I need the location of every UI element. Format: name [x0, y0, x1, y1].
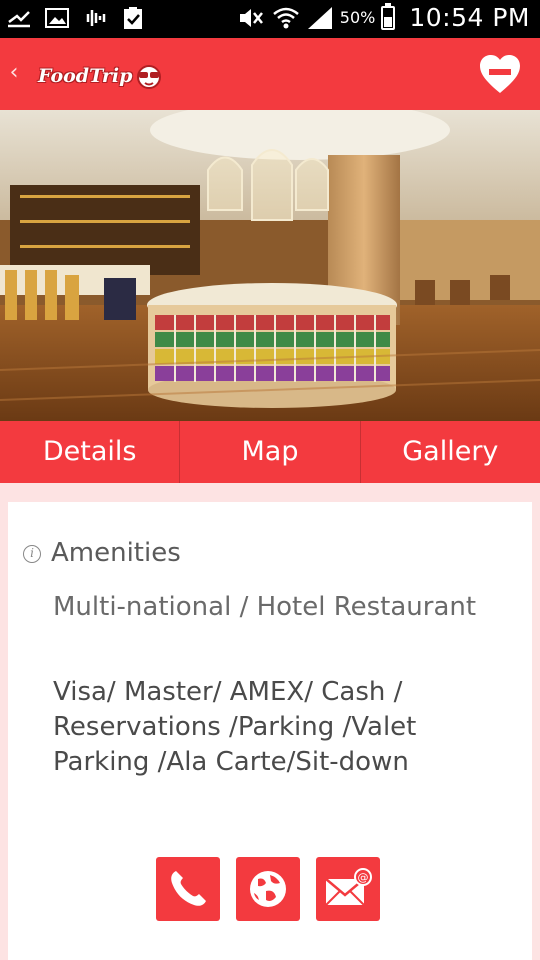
tab-label: Map: [241, 436, 299, 467]
status-bar: 50% 10:54 PM: [0, 0, 540, 38]
svg-text:@: @: [358, 871, 369, 884]
restaurant-photo: [0, 110, 540, 421]
section-title: Amenities: [51, 538, 181, 568]
voice-recorder-icon: [86, 10, 106, 26]
email-button[interactable]: @: [316, 857, 380, 921]
app-bar: ‹ FoodTrip: [0, 38, 540, 110]
email-icon: @: [325, 868, 372, 906]
battery-icon: [381, 2, 396, 30]
battery-percent: 50%: [339, 8, 376, 27]
logo-text: FoodTrip: [38, 65, 133, 87]
clock: 10:54 PM: [409, 3, 530, 32]
app-logo: FoodTrip: [38, 62, 164, 90]
signal-icon: [307, 6, 332, 29]
tab-map[interactable]: Map: [179, 421, 359, 483]
gallery-icon: [45, 8, 69, 28]
clipboard-check-icon: [124, 7, 142, 29]
cuisine-text: Multi-national / Hotel Restaurant: [53, 592, 477, 622]
chevron-left-icon: ‹: [9, 60, 19, 85]
website-button[interactable]: [236, 857, 300, 921]
tab-details[interactable]: Details: [0, 421, 179, 493]
back-button[interactable]: ‹: [4, 58, 24, 88]
missed-call-icon: [8, 11, 30, 28]
heart-minus-icon: [480, 55, 520, 93]
tab-label: Gallery: [402, 436, 499, 467]
tab-bar: Details Map Gallery: [0, 421, 540, 493]
favorite-remove-button[interactable]: [478, 53, 522, 95]
mascot-icon: [137, 65, 162, 89]
tab-label: Details: [42, 436, 137, 467]
call-button[interactable]: [156, 857, 220, 921]
phone-icon: [171, 871, 206, 906]
mute-icon: [239, 8, 263, 27]
globe-icon: [250, 871, 286, 907]
wifi-icon: [272, 7, 299, 28]
info-icon: i: [23, 545, 41, 563]
contact-actions: @: [156, 857, 380, 921]
amenities-text: Visa/ Master/ AMEX/ Cash / Reservations …: [53, 677, 417, 777]
tab-gallery[interactable]: Gallery: [359, 421, 540, 483]
